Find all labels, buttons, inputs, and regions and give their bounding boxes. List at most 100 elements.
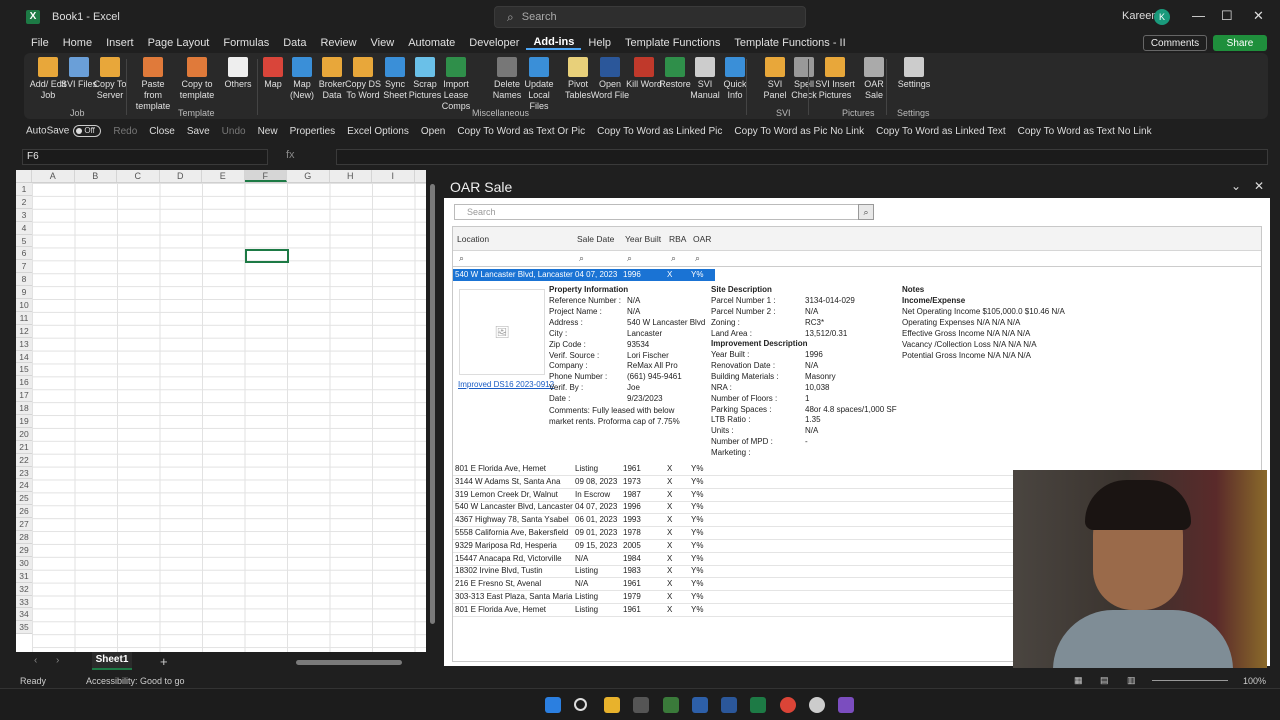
- ribbon-settings-button[interactable]: Settings: [894, 57, 934, 90]
- column-header-c[interactable]: C: [117, 170, 160, 182]
- zoom-level[interactable]: 100%: [1243, 676, 1266, 686]
- image-link[interactable]: Improved DS16 2023-0912: [458, 379, 554, 390]
- selected-row[interactable]: 540 W Lancaster Blvd, Lancaster 04 07, 2…: [453, 269, 715, 281]
- row-header[interactable]: 1: [16, 183, 32, 196]
- menu-file[interactable]: File: [24, 37, 56, 49]
- app-icon-2[interactable]: [809, 697, 825, 713]
- next-sheet-icon[interactable]: ›: [56, 655, 59, 666]
- copy-word-text-or-pic-button[interactable]: Copy To Word as Text Or Pic: [457, 126, 585, 137]
- add-sheet-icon[interactable]: +: [160, 654, 168, 669]
- ribbon-update-local-files-button[interactable]: Update Local Files: [519, 57, 559, 112]
- row-header[interactable]: 11: [16, 312, 32, 325]
- chrome-icon[interactable]: [780, 697, 796, 713]
- header-sale-date[interactable]: Sale Date: [573, 227, 621, 251]
- windows-start-icon[interactable]: [545, 697, 561, 713]
- ribbon-paste-from-template-button[interactable]: Paste from template: [133, 57, 173, 112]
- vertical-scrollbar[interactable]: [428, 170, 438, 652]
- page-break-icon[interactable]: ▥: [1127, 675, 1136, 686]
- chevron-down-icon[interactable]: ⌄: [1231, 179, 1241, 193]
- ribbon-oar-sale-button[interactable]: OAR Sale: [854, 57, 894, 101]
- new-button[interactable]: New: [258, 126, 278, 137]
- row-header[interactable]: 4: [16, 222, 32, 235]
- filter-oar-icon[interactable]: ⌕: [695, 253, 700, 264]
- row-header[interactable]: 19: [16, 415, 32, 428]
- app-icon[interactable]: [663, 697, 679, 713]
- row-header[interactable]: 26: [16, 505, 32, 519]
- filter-location-icon[interactable]: ⌕: [459, 253, 464, 264]
- column-header-i[interactable]: I: [372, 170, 415, 182]
- fx-icon[interactable]: fx: [286, 149, 295, 161]
- column-header-e[interactable]: E: [202, 170, 245, 182]
- row-header[interactable]: 30: [16, 557, 32, 570]
- row-header[interactable]: 22: [16, 454, 32, 467]
- prev-sheet-icon[interactable]: ‹: [34, 655, 37, 666]
- column-header-g[interactable]: G: [287, 170, 330, 182]
- row-header[interactable]: 9: [16, 286, 32, 300]
- file-explorer-icon[interactable]: [604, 697, 620, 713]
- close-icon[interactable]: ✕: [1253, 8, 1264, 24]
- row-header[interactable]: 21: [16, 441, 32, 454]
- header-oar[interactable]: OAR: [689, 227, 1261, 251]
- row-header[interactable]: 28: [16, 531, 32, 544]
- share-button[interactable]: Share: [1213, 35, 1267, 51]
- open-button[interactable]: Open: [421, 126, 445, 137]
- zoom-slider[interactable]: [1152, 680, 1228, 681]
- row-header[interactable]: 31: [16, 570, 32, 583]
- search-input[interactable]: ⌕ Search: [494, 6, 806, 28]
- column-header-b[interactable]: B: [75, 170, 117, 182]
- row-header[interactable]: 33: [16, 596, 32, 609]
- row-header[interactable]: 20: [16, 428, 32, 441]
- menu-developer[interactable]: Developer: [462, 37, 526, 49]
- word-icon[interactable]: [721, 697, 737, 713]
- row-header[interactable]: 8: [16, 273, 32, 287]
- copy-word-linked-text-button[interactable]: Copy To Word as Linked Text: [876, 126, 1006, 137]
- ribbon-quick-info-button[interactable]: Quick Info: [715, 57, 755, 101]
- row-header[interactable]: 6: [16, 247, 32, 261]
- excel-taskbar-icon[interactable]: [750, 697, 766, 713]
- row-header[interactable]: 17: [16, 389, 32, 403]
- column-header-d[interactable]: D: [160, 170, 202, 182]
- row-header[interactable]: 35: [16, 621, 32, 635]
- menu-view[interactable]: View: [364, 37, 402, 49]
- selected-cell[interactable]: [245, 249, 289, 263]
- copy-word-linked-pic-button[interactable]: Copy To Word as Linked Pic: [597, 126, 722, 137]
- minimize-icon[interactable]: —: [1192, 8, 1205, 23]
- row-header[interactable]: 34: [16, 608, 32, 622]
- sheet-tab[interactable]: Sheet1: [92, 652, 132, 670]
- filter-year-icon[interactable]: ⌕: [627, 253, 632, 264]
- worksheet-grid[interactable]: ABCDEFGHI 1 2 3 4 5 6 7 8 9 10 11 12 13 14 15 16 17 18 19 2…: [16, 170, 426, 652]
- save-button[interactable]: Save: [187, 126, 210, 137]
- mail-icon[interactable]: [692, 697, 708, 713]
- menu-help[interactable]: Help: [581, 37, 618, 49]
- menu-data[interactable]: Data: [276, 37, 313, 49]
- row-header[interactable]: 7: [16, 260, 32, 274]
- header-year-built[interactable]: Year Built: [621, 227, 665, 251]
- row-header[interactable]: 2: [16, 196, 32, 209]
- ribbon-import-lease-comps-button[interactable]: Import Lease Comps: [436, 57, 476, 112]
- header-rba[interactable]: RBA: [665, 227, 689, 251]
- menu-home[interactable]: Home: [56, 37, 99, 49]
- menu-template-functions[interactable]: Template Functions: [618, 37, 727, 49]
- copy-word-text-no-link-button[interactable]: Copy To Word as Text No Link: [1018, 126, 1152, 137]
- column-header-a[interactable]: A: [32, 170, 75, 182]
- close-button[interactable]: Close: [149, 126, 175, 137]
- redo-button[interactable]: Redo: [113, 126, 137, 137]
- row-header[interactable]: 14: [16, 351, 32, 364]
- row-header[interactable]: 15: [16, 363, 32, 377]
- avatar[interactable]: K: [1154, 9, 1170, 25]
- row-header[interactable]: 3: [16, 209, 32, 222]
- row-header[interactable]: 24: [16, 479, 32, 493]
- row-header[interactable]: 16: [16, 376, 32, 390]
- ribbon-svi-insert-pictures-button[interactable]: SVI Insert Pictures: [815, 57, 855, 101]
- pane-close-icon[interactable]: ✕: [1254, 179, 1264, 193]
- row-header[interactable]: 32: [16, 583, 32, 596]
- search-icon[interactable]: [574, 698, 587, 711]
- row-header[interactable]: 12: [16, 325, 32, 338]
- maximize-icon[interactable]: ☐: [1221, 8, 1233, 24]
- menu-review[interactable]: Review: [313, 37, 363, 49]
- menu-page-layout[interactable]: Page Layout: [141, 37, 217, 49]
- scroll-thumb[interactable]: [430, 184, 435, 624]
- excel-options-button[interactable]: Excel Options: [347, 126, 409, 137]
- formula-input[interactable]: [336, 149, 1268, 165]
- image-placeholder-icon[interactable]: 🖼: [459, 289, 545, 375]
